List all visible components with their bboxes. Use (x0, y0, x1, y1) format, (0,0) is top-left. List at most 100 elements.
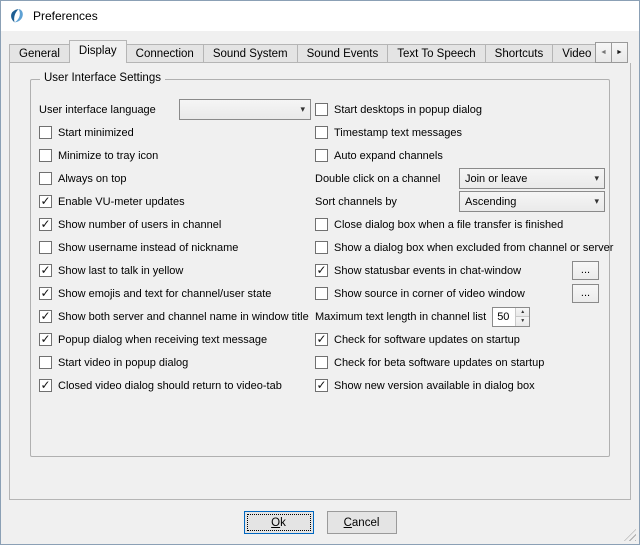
tab-general[interactable]: General (9, 44, 70, 63)
close-file-transfer-dialog-checkbox[interactable] (315, 218, 328, 231)
sort-channels-by-row: Sort channels by Ascending ▾ (315, 190, 605, 213)
always-on-top-label: Always on top (58, 173, 126, 185)
ui-language-label: User interface language (39, 104, 156, 116)
double-click-channel-value: Join or leave (465, 173, 527, 185)
preferences-dialog: Preferences GeneralDisplayConnectionSoun… (0, 0, 640, 545)
max-text-length-spin-up-icon[interactable]: ▲ (516, 308, 529, 318)
double-click-channel-label: Double click on a channel (315, 173, 440, 185)
show-user-count-row: ✓Show number of users in channel (39, 213, 311, 236)
always-on-top-checkbox[interactable] (39, 172, 52, 185)
start-minimized-row: Start minimized (39, 121, 311, 144)
max-text-length-spin-down-icon[interactable]: ▼ (516, 317, 529, 326)
start-minimized-checkbox[interactable] (39, 126, 52, 139)
start-minimized-label: Start minimized (58, 127, 134, 139)
group-title: User Interface Settings (40, 72, 165, 84)
beta-updates-row: Check for beta software updates on start… (315, 351, 605, 374)
always-on-top-row: Always on top (39, 167, 311, 190)
start-video-popup-checkbox[interactable] (39, 356, 52, 369)
max-text-length-value: 50 (493, 308, 515, 326)
video-source-corner-row: Show source in corner of video window... (315, 282, 605, 305)
chevron-down-icon: ▾ (589, 196, 604, 207)
window-title: Preferences (33, 9, 98, 23)
popup-text-message-row: ✓ Popup dialog when receiving text messag… (39, 328, 311, 351)
popup-text-message-checkbox[interactable]: ✓ (39, 333, 52, 346)
tab-scroll-left-icon[interactable]: ◄ (595, 42, 612, 63)
timestamp-messages-checkbox[interactable] (315, 126, 328, 139)
auto-expand-channels-label: Auto expand channels (334, 150, 443, 162)
video-source-corner-label: Show source in corner of video window (334, 288, 525, 300)
tab-scroller: ◄ ► (595, 41, 631, 63)
dialog-buttons: Ok Cancel (1, 511, 639, 534)
tab-shortcuts[interactable]: Shortcuts (485, 44, 554, 63)
tab-page-display: User Interface Settings User interface l… (9, 62, 631, 500)
new-version-dialog-checkbox[interactable]: ✓ (315, 379, 328, 392)
tab-sound-system[interactable]: Sound System (203, 44, 298, 63)
last-to-talk-yellow-row: ✓ Show last to talk in yellow (39, 259, 311, 282)
statusbar-events-row: ✓Show statusbar events in chat-window... (315, 259, 605, 282)
minimize-to-tray-row: Minimize to tray icon (39, 144, 311, 167)
double-click-channel-dropdown[interactable]: Join or leave ▾ (459, 168, 605, 189)
max-text-length-label: Maximum text length in channel list (315, 311, 486, 323)
desktops-popup-label: Start desktops in popup dialog (334, 104, 482, 116)
sort-channels-by-label: Sort channels by (315, 196, 397, 208)
double-click-channel-row: Double click on a channel Join or leave ▾ (315, 167, 605, 190)
start-video-popup-row: Start video in popup dialog (39, 351, 311, 374)
emojis-text-state-checkbox[interactable]: ✓ (39, 287, 52, 300)
show-username-row: Show username instead of nickname (39, 236, 311, 259)
sort-channels-by-dropdown[interactable]: Ascending ▾ (459, 191, 605, 212)
desktops-popup-row: Start desktops in popup dialog (315, 98, 605, 121)
tab-sound-events[interactable]: Sound Events (297, 44, 389, 63)
cancel-button[interactable]: Cancel (327, 511, 397, 534)
tab-connection[interactable]: Connection (126, 44, 204, 63)
close-file-transfer-dialog-row: Close dialog box when a file transfer is… (315, 213, 605, 236)
excluded-dialog-checkbox[interactable] (315, 241, 328, 254)
app-logo-icon (9, 8, 26, 25)
cancel-button-label: Cancel (328, 517, 396, 529)
minimize-to-tray-label: Minimize to tray icon (58, 150, 158, 162)
max-text-length-row: Maximum text length in channel list 50▲▼ (315, 305, 605, 328)
desktops-popup-checkbox[interactable] (315, 103, 328, 116)
statusbar-events-checkbox[interactable]: ✓ (315, 264, 328, 277)
titlebar[interactable]: Preferences (1, 1, 639, 31)
show-user-count-checkbox[interactable]: ✓ (39, 218, 52, 231)
minimize-to-tray-checkbox[interactable] (39, 149, 52, 162)
user-interface-settings-group: User Interface Settings User interface l… (30, 79, 610, 457)
emojis-text-state-label: Show emojis and text for channel/user st… (58, 288, 271, 300)
show-username-label: Show username instead of nickname (58, 242, 238, 254)
video-source-corner-checkbox[interactable] (315, 287, 328, 300)
vu-meter-updates-checkbox[interactable]: ✓ (39, 195, 52, 208)
video-return-tab-checkbox[interactable]: ✓ (39, 379, 52, 392)
beta-updates-label: Check for beta software updates on start… (334, 357, 544, 369)
statusbar-events-more-button[interactable]: ... (572, 261, 599, 280)
tab-bar: GeneralDisplayConnectionSound SystemSoun… (9, 40, 631, 63)
start-video-popup-label: Start video in popup dialog (58, 357, 188, 369)
software-updates-label: Check for software updates on startup (334, 334, 520, 346)
server-channel-in-title-label: Show both server and channel name in win… (58, 311, 309, 323)
chevron-down-icon: ▾ (589, 173, 604, 184)
sort-channels-by-value: Ascending (465, 196, 516, 208)
tab-scroll-right-icon[interactable]: ► (611, 42, 628, 63)
last-to-talk-yellow-label: Show last to talk in yellow (58, 265, 183, 277)
auto-expand-channels-row: Auto expand channels (315, 144, 605, 167)
settings-columns: User interface language ▾ Start minimized M… (31, 80, 609, 397)
video-source-corner-more-button[interactable]: ... (572, 284, 599, 303)
ui-language-dropdown[interactable]: ▾ (179, 99, 311, 120)
close-file-transfer-dialog-label: Close dialog box when a file transfer is… (334, 219, 563, 231)
auto-expand-channels-checkbox[interactable] (315, 149, 328, 162)
software-updates-row: ✓ Check for software updates on startup (315, 328, 605, 351)
ui-language-row: User interface language ▾ (39, 98, 311, 121)
show-username-checkbox[interactable] (39, 241, 52, 254)
max-text-length-spinner[interactable]: 50▲▼ (492, 307, 530, 327)
vu-meter-updates-label: Enable VU-meter updates (58, 196, 185, 208)
tab-text-to-speech[interactable]: Text To Speech (387, 44, 485, 63)
server-channel-in-title-row: ✓ Show both server and channel name in wi… (39, 305, 311, 328)
ok-button[interactable]: Ok (244, 511, 314, 534)
beta-updates-checkbox[interactable] (315, 356, 328, 369)
tab-display[interactable]: Display (69, 40, 127, 63)
max-text-length-spin-buttons: ▲▼ (515, 308, 529, 326)
software-updates-checkbox[interactable]: ✓ (315, 333, 328, 346)
server-channel-in-title-checkbox[interactable]: ✓ (39, 310, 52, 323)
timestamp-messages-row: Timestamp text messages (315, 121, 605, 144)
popup-text-message-label: Popup dialog when receiving text message (58, 334, 267, 346)
last-to-talk-yellow-checkbox[interactable]: ✓ (39, 264, 52, 277)
